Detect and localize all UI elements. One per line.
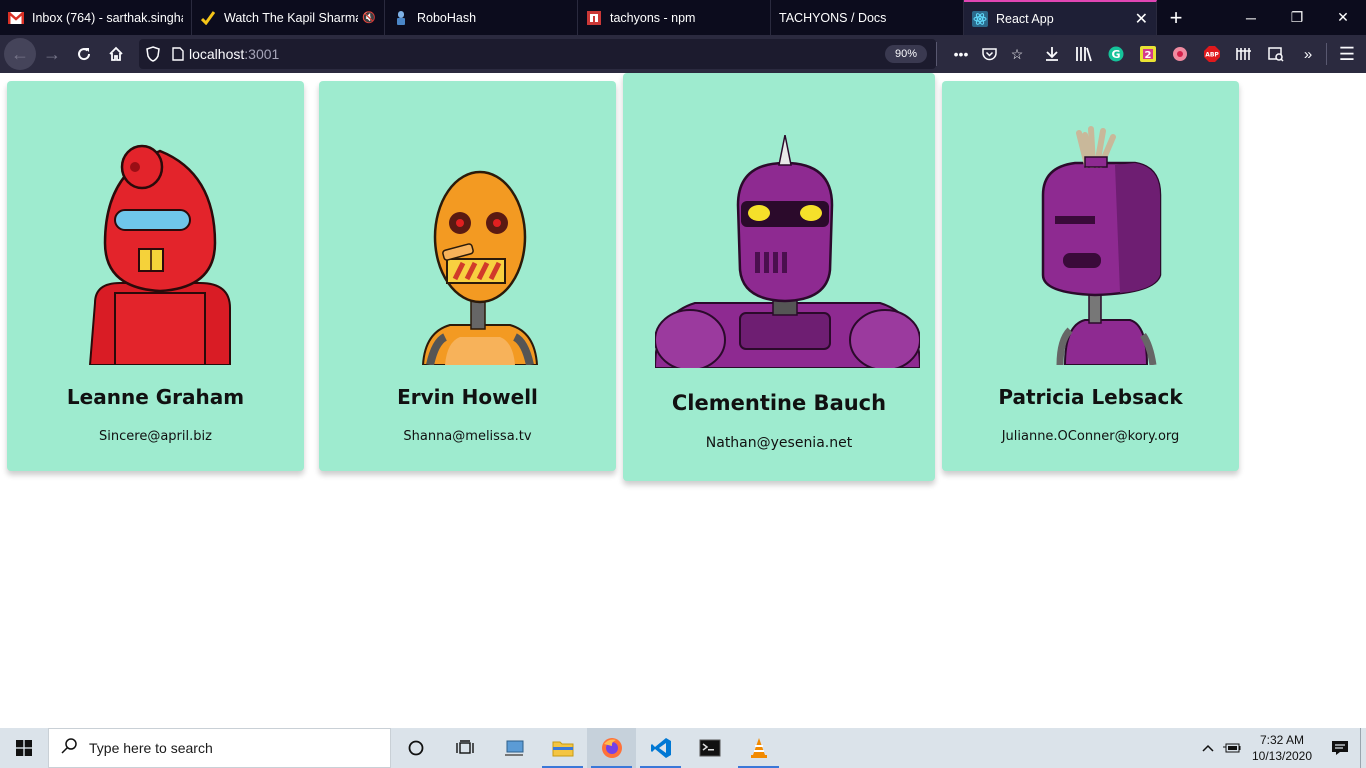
page-actions: ••• ☆ <box>947 39 1031 69</box>
robot-name: Patricia Lebsack <box>998 385 1183 409</box>
battery-icon[interactable] <box>1220 742 1244 754</box>
tab-title: Watch The Kapil Sharma <box>224 10 359 25</box>
download-icon[interactable] <box>1036 38 1068 70</box>
robot-name: Clementine Bauch <box>671 391 887 415</box>
restore-icon[interactable]: ❐ <box>1274 0 1320 35</box>
tab-kapil-sharma[interactable]: Watch The Kapil Sharma 🔇 <box>192 0 385 35</box>
clock-date: 10/13/2020 <box>1251 749 1313 763</box>
mute-icon[interactable]: 🔇 <box>362 11 376 24</box>
robot-avatar <box>1041 126 1162 365</box>
robohash-icon <box>393 10 409 26</box>
robot-email: Nathan@yesenia.net <box>705 435 853 451</box>
robot-card[interactable]: Ervin Howell Shanna@melissa.tv <box>319 81 616 471</box>
search-placeholder: Type here to search <box>89 740 213 756</box>
tab-title: Inbox (764) - sarthak.singhal <box>32 10 183 25</box>
tracking-shield-icon[interactable] <box>139 46 167 62</box>
navigation-toolbar: ← → localhost:3001 90% ••• ☆ G 2 ABP » … <box>0 35 1366 73</box>
robot-email: Julianne.OConner@kory.org <box>1001 429 1180 444</box>
more-actions-icon[interactable]: ••• <box>947 46 975 62</box>
file-explorer-icon[interactable] <box>538 728 587 768</box>
home-button[interactable] <box>100 38 132 70</box>
gmail-icon <box>8 10 24 26</box>
grammarly-icon[interactable]: G <box>1100 38 1132 70</box>
toolbar-separator <box>1326 43 1327 65</box>
minimize-icon[interactable]: ─ <box>1228 0 1274 35</box>
npm-icon <box>586 10 602 26</box>
new-tab-button[interactable]: + <box>1157 0 1195 35</box>
toolbar-extensions: G 2 ABP » <box>1036 38 1324 70</box>
tab-robohash[interactable]: RoboHash <box>385 0 578 35</box>
url-port: :3001 <box>244 46 280 62</box>
overflow-chevron-icon[interactable]: » <box>1292 38 1324 70</box>
taskbar-search-box[interactable]: Type here to search <box>48 728 391 768</box>
back-button[interactable]: ← <box>4 38 36 70</box>
tab-strip: Inbox (764) - sarthak.singhal Watch The … <box>0 0 1366 35</box>
close-window-icon[interactable]: ✕ <box>1320 0 1366 35</box>
page-icon[interactable] <box>167 47 189 61</box>
svg-text:G: G <box>1111 48 1120 61</box>
url-host: localhost <box>189 46 245 62</box>
tab-title: tachyons - npm <box>610 10 696 25</box>
page-content: Leanne Graham Sincere@april.biz Ervin Ho… <box>0 73 1366 728</box>
record-extension-icon[interactable] <box>1164 38 1196 70</box>
robot-avatar <box>88 144 231 365</box>
robot-avatar <box>655 135 920 368</box>
robot-card[interactable]: Clementine Bauch Nathan@yesenia.net <box>623 73 935 481</box>
url-separator <box>936 42 937 66</box>
start-button[interactable] <box>0 728 48 768</box>
vlc-icon[interactable] <box>734 728 783 768</box>
tray-overflow-chevron-icon[interactable] <box>1196 744 1220 752</box>
tab-react-app[interactable]: React App ✕ <box>964 0 1157 35</box>
zoom-level-badge[interactable]: 90% <box>885 45 927 63</box>
clock-time: 7:32 AM <box>1259 733 1305 747</box>
svg-text:ABP: ABP <box>1205 52 1219 59</box>
terminal-icon[interactable] <box>685 728 734 768</box>
robot-email: Sincere@april.biz <box>99 429 212 444</box>
notification-center-icon[interactable] <box>1320 740 1360 756</box>
robot-card[interactable]: Leanne Graham Sincere@april.biz <box>7 81 304 471</box>
robot-name: Ervin Howell <box>397 385 538 409</box>
cortana-icon[interactable] <box>391 728 440 768</box>
network-app-icon[interactable] <box>489 728 538 768</box>
robot-card[interactable]: Patricia Lebsack Julianne.OConner@kory.o… <box>942 81 1239 471</box>
tab-tachyons-npm[interactable]: tachyons - npm <box>578 0 771 35</box>
tab-gmail[interactable]: Inbox (764) - sarthak.singhal <box>0 0 192 35</box>
robot-name: Leanne Graham <box>66 385 245 409</box>
windows-taskbar: Type here to search 7:32 AM 10/13/2020 <box>0 728 1366 768</box>
search-icon <box>61 737 77 759</box>
container-extension-icon[interactable] <box>1228 38 1260 70</box>
adblock-icon[interactable]: ABP <box>1196 38 1228 70</box>
vscode-icon[interactable] <box>636 728 685 768</box>
task-view-icon[interactable] <box>440 728 489 768</box>
tab-title: RoboHash <box>417 10 477 25</box>
checkmark-icon <box>200 10 216 26</box>
robot-avatar <box>421 170 539 365</box>
reload-button[interactable] <box>68 38 100 70</box>
forward-button[interactable]: → <box>36 38 68 70</box>
pocket-icon[interactable] <box>975 47 1003 61</box>
extension-badge-icon[interactable]: 2 <box>1132 38 1164 70</box>
svg-text:2: 2 <box>1145 50 1152 61</box>
address-bar[interactable]: localhost:3001 90% ••• ☆ <box>139 39 1023 69</box>
window-controls: ─ ❐ ✕ <box>1228 0 1366 35</box>
tab-tachyons-docs[interactable]: TACHYONS / Docs <box>771 0 964 35</box>
react-icon <box>972 10 988 27</box>
tab-title: React App <box>996 11 1054 26</box>
library-icon[interactable] <box>1068 38 1100 70</box>
reader-search-icon[interactable] <box>1260 38 1292 70</box>
bookmark-star-icon[interactable]: ☆ <box>1003 46 1031 63</box>
show-desktop-button[interactable] <box>1360 728 1366 768</box>
tab-title: TACHYONS / Docs <box>779 10 887 25</box>
taskbar-clock[interactable]: 7:32 AM 10/13/2020 <box>1244 732 1320 764</box>
close-tab-icon[interactable]: ✕ <box>1135 9 1148 29</box>
system-tray: 7:32 AM 10/13/2020 <box>1196 728 1366 768</box>
menu-icon[interactable]: ☰ <box>1331 38 1363 70</box>
firefox-icon[interactable] <box>587 728 636 768</box>
robot-email: Shanna@melissa.tv <box>403 429 532 444</box>
